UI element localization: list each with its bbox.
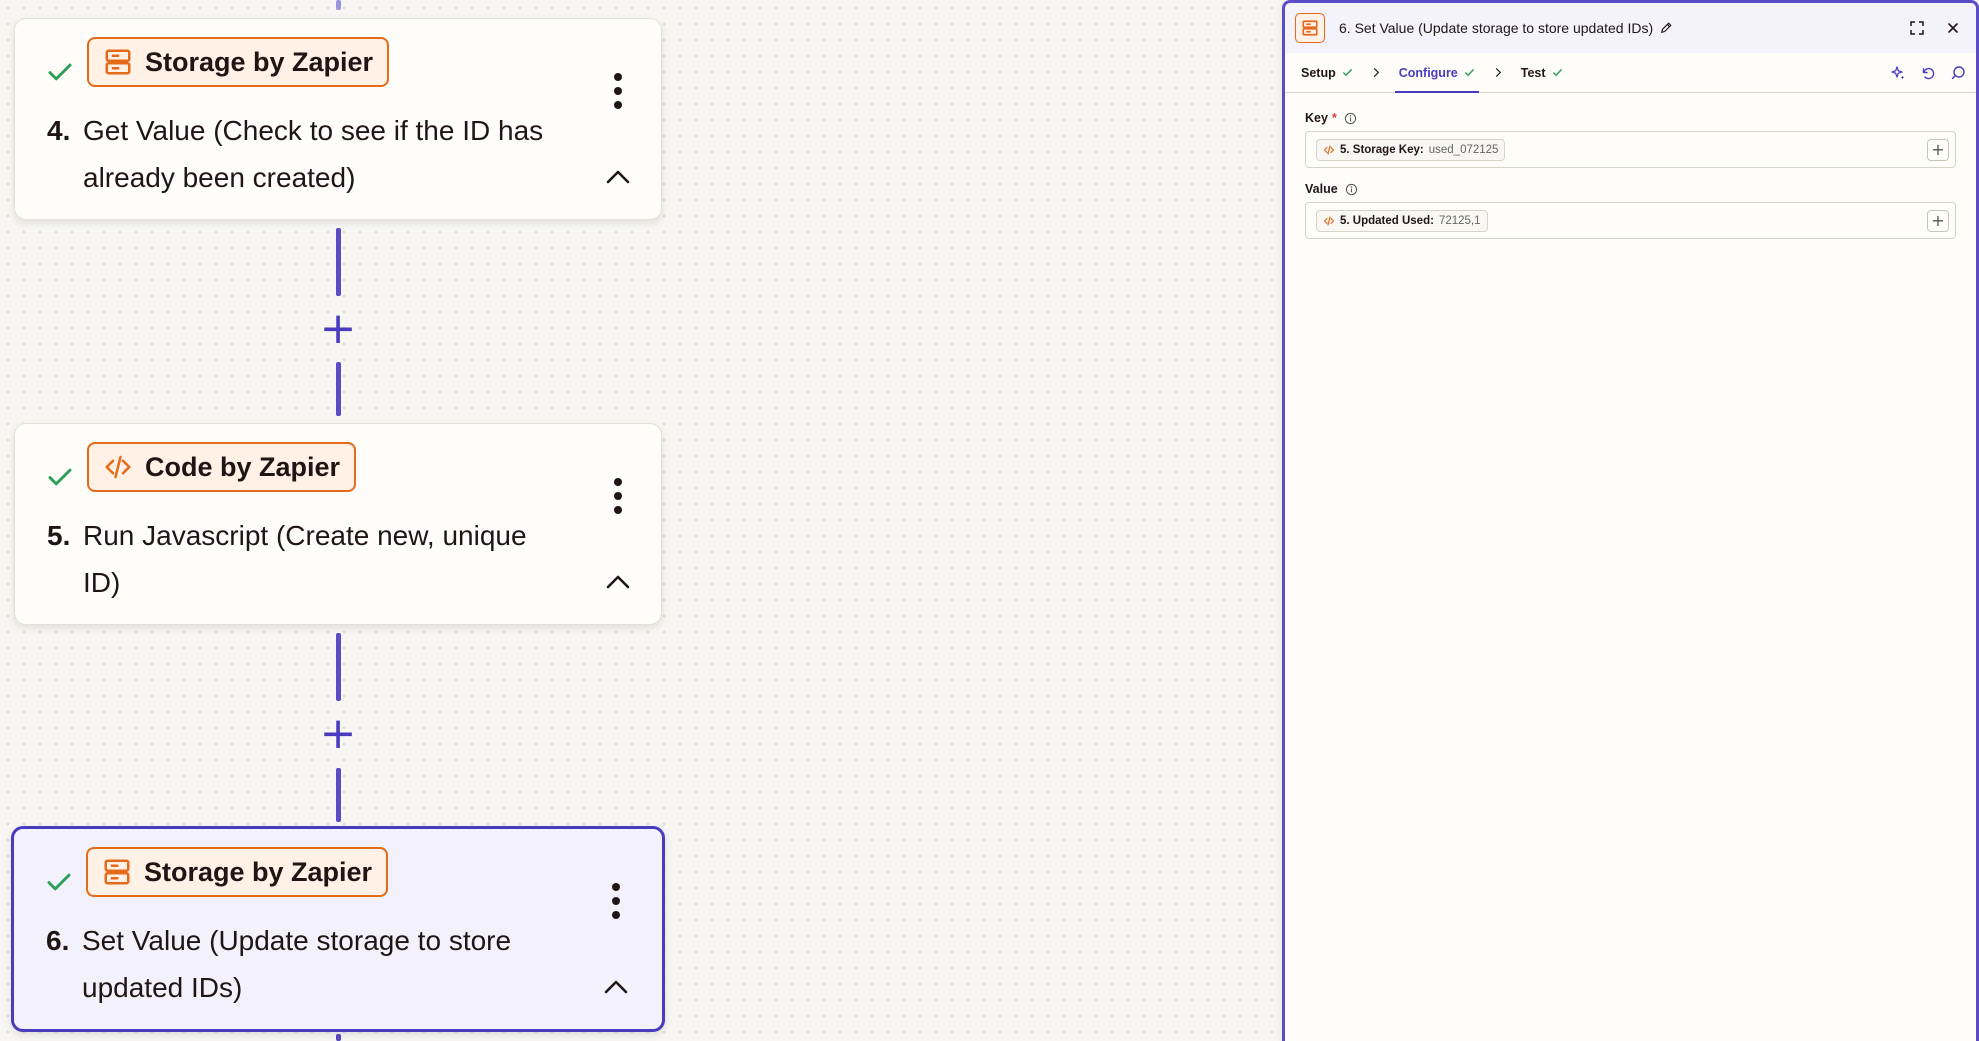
- field-label: Value: [1305, 182, 1956, 196]
- step-title-line: updated IDs): [82, 972, 243, 1003]
- chevron-right-icon: [1357, 53, 1395, 92]
- check-icon: [1464, 69, 1474, 77]
- app-name: Storage by Zapier: [144, 856, 373, 887]
- ai-assist-button[interactable]: [1888, 63, 1908, 83]
- chevron-right-icon: [1479, 53, 1517, 92]
- code-icon: [1323, 144, 1335, 155]
- step-title: 4. Get Value (Check to see if the ID has…: [47, 107, 607, 201]
- step-title-line: ID): [83, 567, 121, 598]
- step-number: 5.: [47, 520, 71, 551]
- step-title-line: already been created): [83, 162, 356, 193]
- connector-line: [336, 228, 341, 296]
- step-title-line: Run Javascript (Create new, unique: [83, 520, 527, 551]
- value-field: Value 5. Updated Used: 72125,1 +: [1305, 182, 1956, 239]
- required-mark: *: [1331, 111, 1337, 125]
- step-title-line: Get Value (Check to see if the ID has: [83, 115, 544, 146]
- step-number: 6.: [46, 925, 70, 956]
- close-button[interactable]: [1942, 17, 1964, 39]
- mapped-field-pill[interactable]: 5. Storage Key: used_072125: [1316, 138, 1506, 161]
- connector-line: [336, 768, 341, 822]
- tab-setup[interactable]: Setup: [1297, 53, 1357, 92]
- code-icon: [1323, 215, 1335, 226]
- pill-label: 5. Storage Key:: [1340, 143, 1424, 156]
- sparkle-icon: [1891, 66, 1905, 80]
- connector-line: [336, 633, 341, 701]
- step-title: 6. Set Value (Update storage to store up…: [46, 917, 606, 1011]
- tabs-bar: Setup Configure Test: [1285, 53, 1976, 93]
- tab-test[interactable]: Test: [1517, 53, 1567, 92]
- panel-tools: [1888, 53, 1968, 93]
- field-label: Key *: [1305, 111, 1956, 125]
- comment-icon: [1951, 66, 1965, 80]
- expand-button[interactable]: [1906, 17, 1928, 39]
- check-icon: [1552, 69, 1562, 77]
- close-icon: [1948, 23, 1958, 33]
- chevron-up-icon[interactable]: [605, 572, 631, 590]
- more-vertical-icon[interactable]: [611, 478, 625, 514]
- workflow-canvas[interactable]: + + Storage by Zapier 4. Get Value (Chec…: [0, 0, 1282, 1041]
- value-label: Value: [1305, 182, 1338, 196]
- configure-form: Key * 5. Storage Key: used_072125 + Valu…: [1285, 93, 1976, 239]
- pencil-icon[interactable]: [1659, 21, 1673, 35]
- check-icon: [47, 873, 71, 891]
- add-step-button[interactable]: +: [318, 712, 358, 756]
- pill-value: 72125,1: [1438, 214, 1481, 227]
- step-card-6[interactable]: Storage by Zapier 6. Set Value (Update s…: [11, 826, 665, 1032]
- info-icon[interactable]: [1344, 112, 1357, 125]
- insert-data-button[interactable]: +: [1927, 210, 1949, 232]
- key-field: Key * 5. Storage Key: used_072125 +: [1305, 111, 1956, 168]
- insert-data-button[interactable]: +: [1927, 139, 1949, 161]
- key-input[interactable]: 5. Storage Key: used_072125 +: [1305, 131, 1956, 168]
- pill-value: used_072125: [1428, 143, 1499, 156]
- code-icon: [105, 455, 131, 479]
- storage-icon: [105, 49, 131, 75]
- expand-icon: [1910, 21, 1924, 35]
- more-vertical-icon[interactable]: [611, 73, 625, 109]
- app-badge: Storage by Zapier: [87, 37, 390, 87]
- info-icon[interactable]: [1345, 183, 1358, 196]
- mapped-field-pill[interactable]: 5. Updated Used: 72125,1: [1316, 209, 1488, 232]
- chevron-up-icon[interactable]: [603, 977, 629, 995]
- value-input[interactable]: 5. Updated Used: 72125,1 +: [1305, 202, 1956, 239]
- connector-line: [336, 1034, 341, 1041]
- step-title-line: Set Value (Update storage to store: [82, 925, 512, 956]
- app-badge: Storage by Zapier: [86, 847, 389, 897]
- panel-header: 6. Set Value (Update storage to store up…: [1285, 3, 1976, 53]
- step-card-5[interactable]: Code by Zapier 5. Run Javascript (Create…: [14, 423, 662, 625]
- step-editor-panel: 6. Set Value (Update storage to store up…: [1282, 0, 1979, 1041]
- check-icon: [1342, 69, 1352, 77]
- storage-icon: [104, 859, 130, 885]
- tab-configure[interactable]: Configure: [1394, 53, 1479, 93]
- tab-label: Configure: [1398, 65, 1458, 80]
- add-step-button[interactable]: +: [318, 307, 358, 351]
- step-number: 4.: [47, 115, 71, 146]
- undo-icon: [1922, 67, 1935, 80]
- tab-label: Test: [1520, 65, 1546, 80]
- undo-button[interactable]: [1918, 63, 1938, 83]
- tab-label: Setup: [1301, 65, 1336, 80]
- key-label: Key: [1305, 111, 1328, 125]
- more-vertical-icon[interactable]: [609, 883, 623, 919]
- check-icon: [48, 468, 72, 486]
- panel-title: 6. Set Value (Update storage to store up…: [1339, 20, 1654, 36]
- check-icon: [48, 63, 72, 81]
- chevron-up-icon[interactable]: [605, 167, 631, 185]
- app-name: Storage by Zapier: [145, 46, 374, 77]
- connector-line: [336, 362, 341, 416]
- step-card-4[interactable]: Storage by Zapier 4. Get Value (Check to…: [14, 18, 662, 220]
- app-icon: [1295, 13, 1325, 43]
- comment-button[interactable]: [1948, 63, 1968, 83]
- storage-icon: [1302, 20, 1318, 36]
- pill-label: 5. Updated Used:: [1340, 214, 1434, 227]
- step-title: 5. Run Javascript (Create new, unique ID…: [47, 512, 607, 606]
- app-badge: Code by Zapier: [87, 442, 357, 492]
- app-name: Code by Zapier: [145, 451, 341, 482]
- connector-line: [336, 0, 341, 10]
